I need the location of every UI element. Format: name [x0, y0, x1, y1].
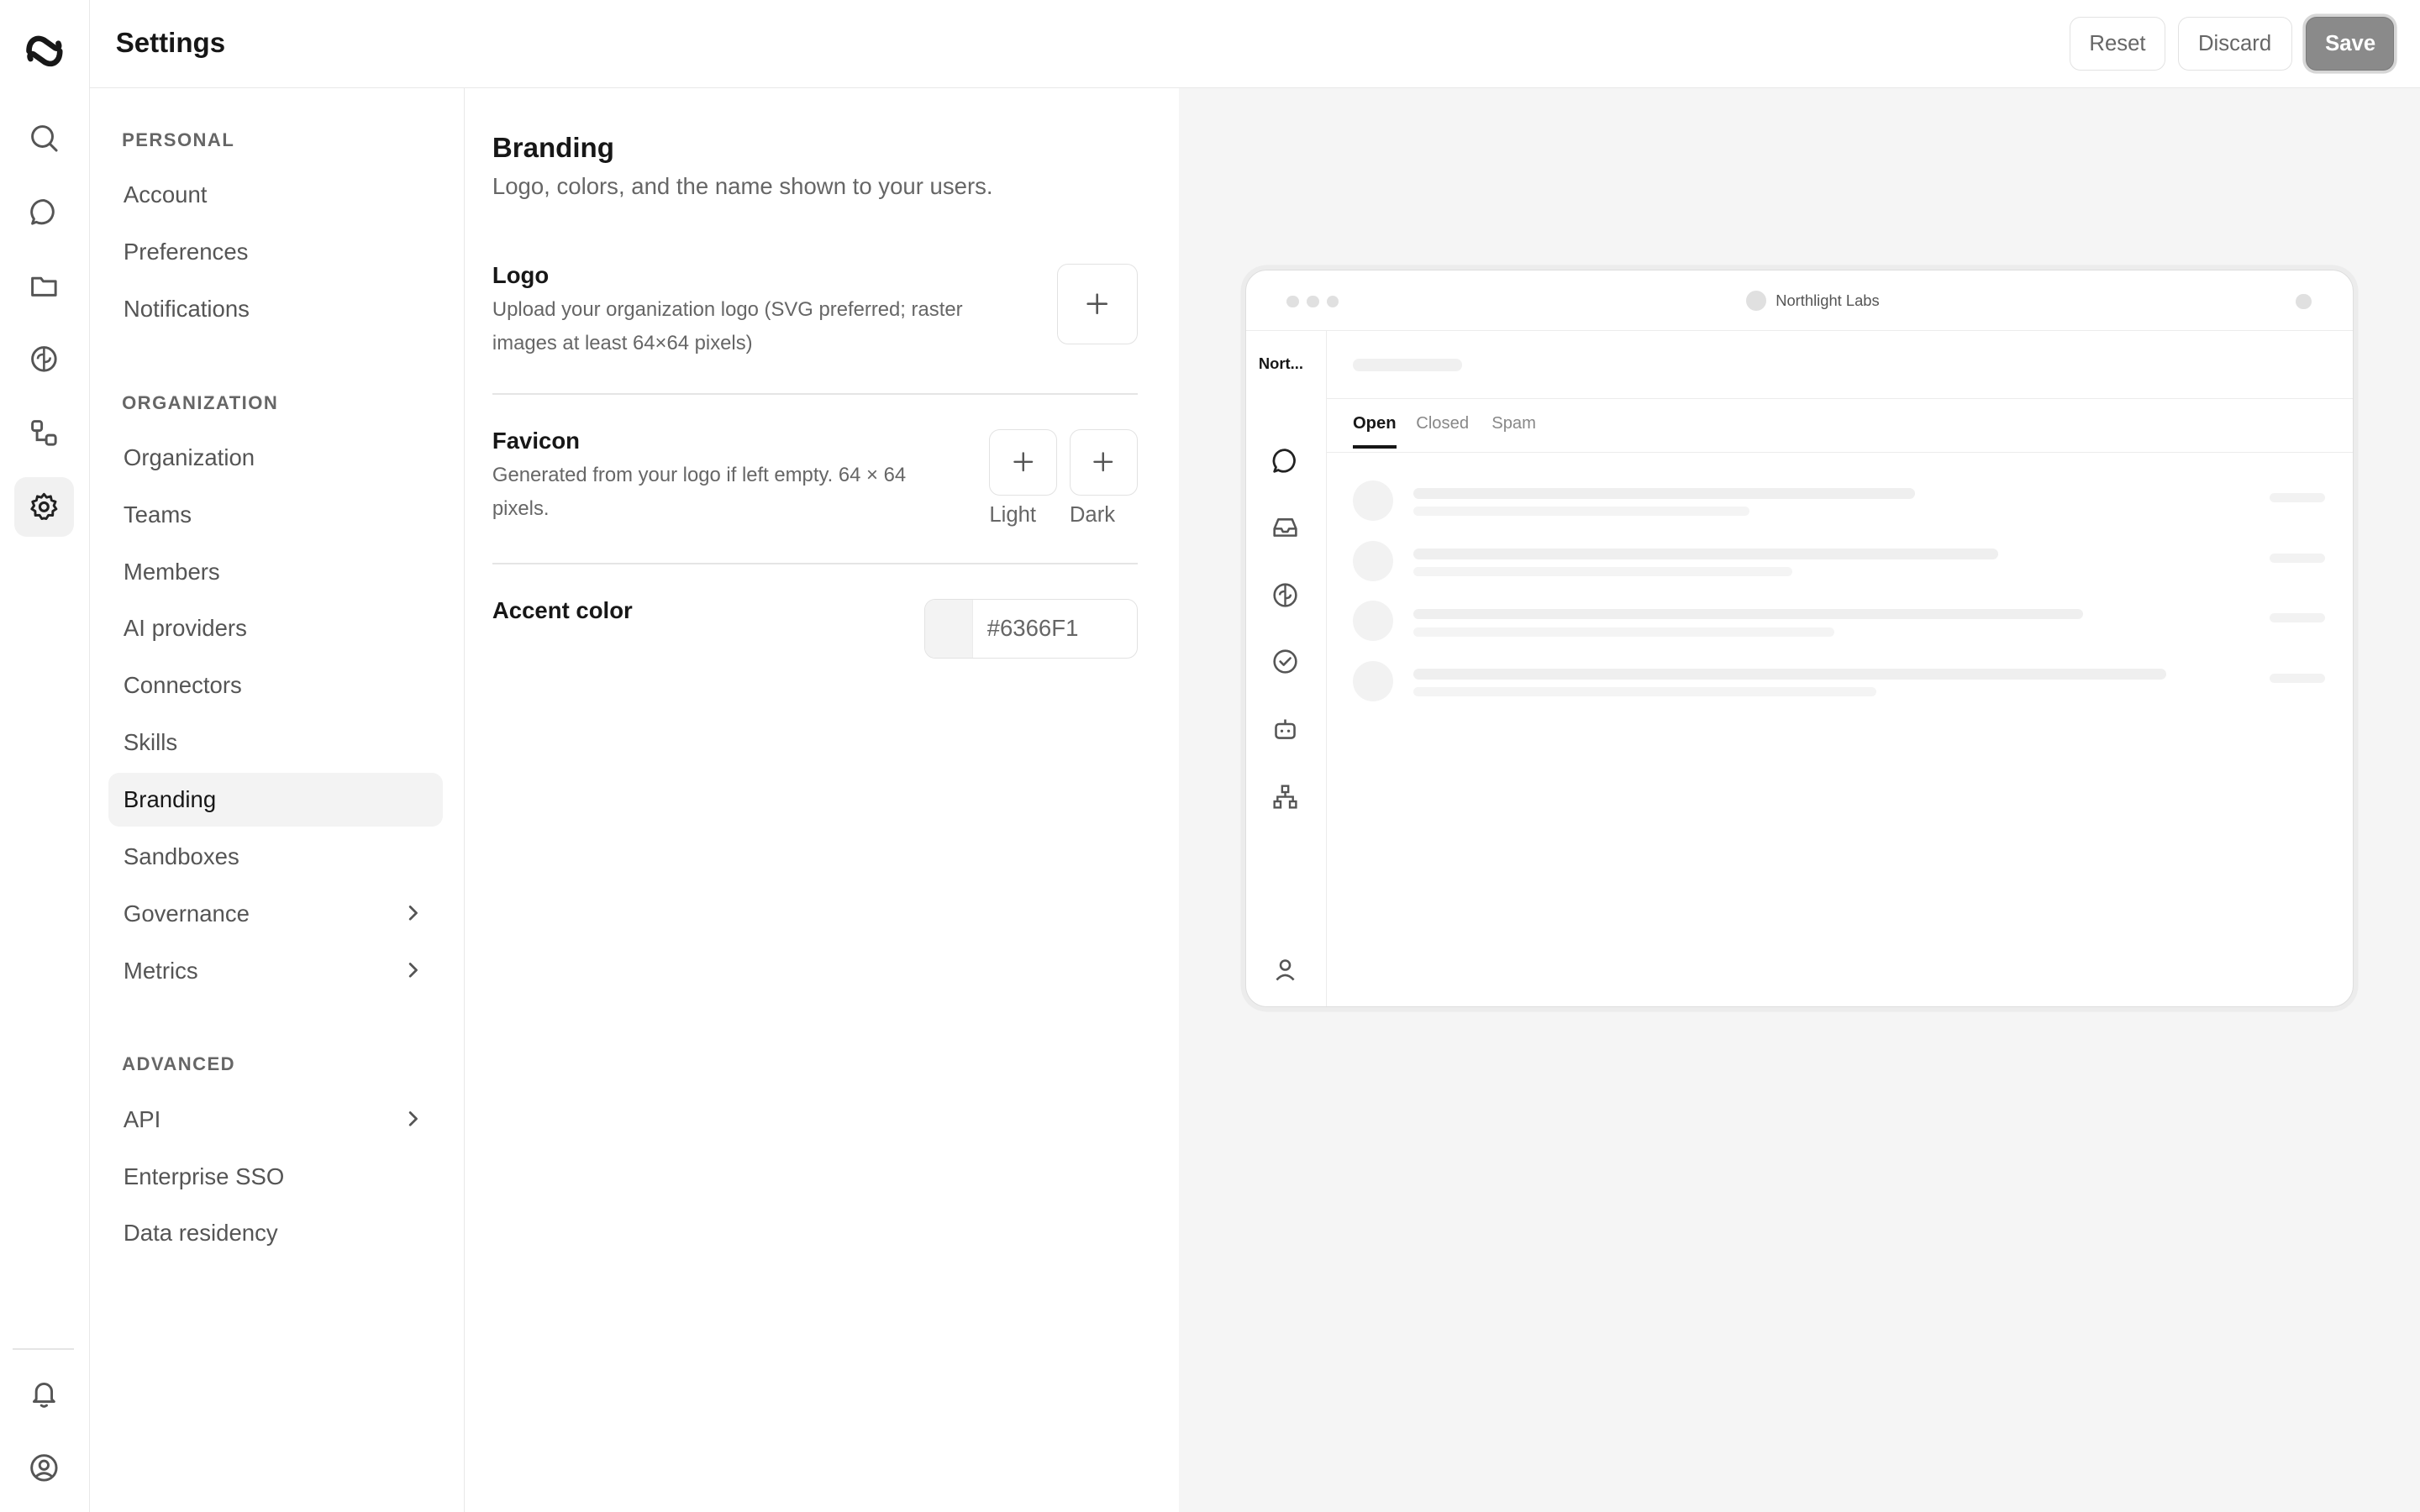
chat-icon	[1272, 449, 1296, 473]
nav-item-organization[interactable]: Organization	[108, 430, 444, 484]
discard-button[interactable]: Discard	[2177, 17, 2292, 71]
nav-item-ai-providers[interactable]: AI providers	[108, 601, 444, 655]
logo-description: Upload your organization logo (SVG prefe…	[492, 297, 963, 355]
preview-titlebar: Northlight Labs	[1246, 270, 2353, 332]
workflow-icon[interactable]	[14, 402, 75, 463]
preview-tabs: Open Closed Spam	[1326, 399, 2353, 454]
logo-label: Logo	[492, 262, 550, 289]
skeleton-line	[1352, 359, 1463, 371]
nav-section-personal: PERSONAL	[122, 129, 235, 151]
favicon-description: Generated from your logo if left empty. …	[492, 463, 907, 520]
nav-item-enterprise-sso[interactable]: Enterprise SSO	[108, 1149, 444, 1203]
skeleton-row	[1352, 661, 2326, 707]
inbox-icon	[1272, 517, 1297, 537]
search-icon[interactable]	[14, 108, 75, 169]
preview-sidebar: Nort...	[1246, 331, 1327, 1007]
nav-item-account[interactable]: Account	[108, 168, 444, 222]
gear-icon[interactable]	[13, 476, 75, 538]
skeleton-row	[1352, 540, 2326, 587]
nav-item-teams[interactable]: Teams	[108, 487, 444, 541]
preview-topbar	[1326, 331, 2353, 399]
nav-item-skills[interactable]: Skills	[108, 716, 444, 769]
favicon-dark-upload-button[interactable]	[1069, 428, 1138, 496]
preview-window-title: Northlight Labs	[1746, 291, 1880, 312]
accent-color-field[interactable]	[924, 598, 1138, 659]
preview-tab-open: Open	[1352, 414, 1397, 448]
nav-item-governance[interactable]: Governance	[108, 887, 444, 941]
brain-icon	[1272, 582, 1297, 607]
window-dot	[1326, 295, 1339, 308]
nav-item-data-residency[interactable]: Data residency	[108, 1206, 444, 1260]
nav-section-organization: ORGANIZATION	[122, 391, 279, 413]
preview-window: Northlight Labs Nort... Open Closed Spam	[1245, 270, 2354, 1008]
app-rail	[0, 0, 90, 1512]
nav-section-advanced: ADVANCED	[122, 1053, 236, 1075]
folder-icon[interactable]	[14, 256, 75, 317]
logo-icon[interactable]	[24, 29, 66, 72]
bot-icon	[1274, 719, 1296, 740]
accent-color-input[interactable]	[973, 599, 1128, 659]
favicon-dark-caption: Dark	[1069, 502, 1116, 527]
favicon-light-caption: Light	[989, 502, 1037, 527]
nav-item-api[interactable]: API	[108, 1092, 444, 1146]
plus-icon	[1013, 452, 1034, 472]
favicon-light-upload-button[interactable]	[989, 428, 1058, 496]
preview-org-name: Nort...	[1258, 354, 1303, 372]
user-circle-icon[interactable]	[14, 1438, 75, 1499]
chat-icon[interactable]	[14, 182, 75, 243]
page-header: Settings Reset Discard Save	[89, 0, 2420, 88]
preview-tab-closed: Closed	[1416, 414, 1470, 433]
check-circle-icon	[1272, 648, 1297, 674]
section-title: Branding	[492, 132, 614, 164]
skeleton-row	[1352, 601, 2326, 647]
page-title: Settings	[115, 28, 226, 60]
plus-icon	[1086, 293, 1108, 315]
nav-item-sandboxes[interactable]: Sandboxes	[108, 830, 444, 884]
favicon-placeholder	[1746, 291, 1767, 312]
skeleton-row	[1352, 480, 2326, 527]
user-icon	[1276, 959, 1295, 981]
window-dot	[1306, 295, 1319, 308]
divider	[492, 563, 1138, 565]
settings-page: Settings Reset Discard Save PERSONAL Acc…	[0, 0, 2420, 1512]
org-chart-icon	[1273, 785, 1297, 809]
window-dot	[1286, 295, 1299, 308]
nav-item-metrics[interactable]: Metrics	[108, 944, 444, 998]
nav-item-notifications[interactable]: Notifications	[108, 282, 444, 336]
settings-nav: PERSONAL Account Preferences Notificatio…	[89, 87, 465, 1512]
branding-preview: Northlight Labs Nort... Open Closed Spam	[1179, 87, 2420, 1512]
divider	[492, 393, 1138, 396]
chevron-right-icon	[409, 963, 418, 978]
logo-upload-button[interactable]	[1057, 264, 1138, 344]
nav-item-members[interactable]: Members	[108, 544, 444, 598]
chevron-right-icon	[409, 1110, 418, 1126]
chevron-right-icon	[409, 906, 418, 921]
plus-icon	[1093, 452, 1113, 472]
section-subtitle: Logo, colors, and the name shown to your…	[492, 172, 993, 199]
nav-item-branding[interactable]: Branding	[108, 773, 444, 827]
branding-panel: Branding Logo, colors, and the name show…	[464, 87, 1180, 1512]
rail-divider	[12, 1348, 75, 1351]
favicon-label: Favicon	[492, 427, 580, 454]
bell-icon[interactable]	[14, 1364, 75, 1425]
save-button[interactable]: Save	[2306, 17, 2394, 71]
reset-button[interactable]: Reset	[2070, 17, 2165, 71]
avatar	[2296, 293, 2312, 310]
nav-item-connectors[interactable]: Connectors	[108, 659, 444, 712]
preview-tab-spam: Spam	[1491, 414, 1536, 433]
accent-color-label: Accent color	[492, 596, 633, 623]
brain-icon[interactable]	[14, 328, 75, 389]
nav-item-preferences[interactable]: Preferences	[108, 225, 444, 279]
color-swatch[interactable]	[925, 599, 974, 659]
preview-main: Open Closed Spam	[1326, 331, 2353, 1006]
